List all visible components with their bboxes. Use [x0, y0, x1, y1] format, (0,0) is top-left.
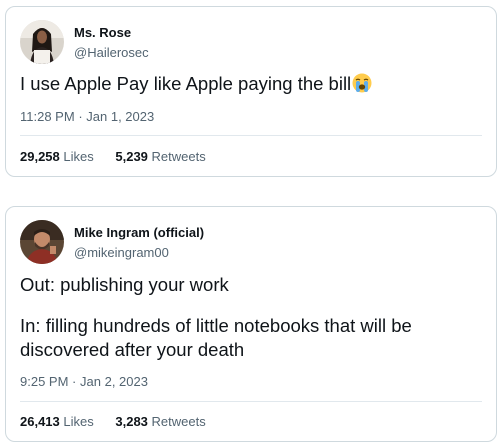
- tweet-card[interactable]: Mike Ingram (official) @mikeingram00 Out…: [5, 206, 497, 442]
- likes-count: 29,258: [20, 149, 60, 164]
- divider: [20, 135, 482, 136]
- meta-separator: ·: [72, 374, 77, 389]
- likes-count: 26,413: [20, 414, 60, 429]
- retweets-label: Retweets: [151, 414, 206, 429]
- tweet-header: Mike Ingram (official) @mikeingram00: [20, 220, 480, 264]
- tweet-text: Out: publishing your work In: filling hu…: [20, 273, 460, 362]
- tweet-text-content: I use Apple Pay like Apple paying the bi…: [20, 73, 352, 94]
- tweet-header: Ms. Rose @Hailerosec: [20, 20, 480, 64]
- divider: [20, 401, 482, 402]
- avatar[interactable]: [20, 220, 64, 264]
- likes-label: Likes: [63, 149, 94, 164]
- tweet-text-line: In: filling hundreds of little notebooks…: [20, 315, 412, 336]
- retweets-count: 5,239: [115, 149, 148, 164]
- likes-stat[interactable]: 26,413 Likes: [20, 414, 94, 429]
- retweets-stat[interactable]: 3,283 Retweets: [115, 414, 205, 429]
- tweet-date: Jan 1, 2023: [86, 109, 155, 124]
- likes-stat[interactable]: 29,258 Likes: [20, 149, 94, 164]
- display-name[interactable]: Mike Ingram (official): [74, 225, 204, 240]
- tweet-time: 9:25 PM: [20, 374, 69, 389]
- display-name[interactable]: Ms. Rose: [74, 25, 131, 40]
- tweet-time: 11:28 PM: [20, 109, 75, 124]
- tweet-text-line: discovered after your death: [20, 339, 245, 360]
- tweet-stats: 26,413 Likes 3,283 Retweets: [20, 414, 224, 429]
- retweets-count: 3,283: [115, 414, 148, 429]
- avatar[interactable]: [20, 20, 64, 64]
- tweet-timestamp[interactable]: 9:25 PM · Jan 2, 2023: [20, 374, 148, 389]
- retweets-stat[interactable]: 5,239 Retweets: [115, 149, 205, 164]
- loudly-crying-face-emoji-icon: [352, 73, 372, 99]
- retweets-label: Retweets: [151, 149, 206, 164]
- likes-label: Likes: [63, 414, 94, 429]
- meta-separator: ·: [78, 109, 83, 124]
- user-handle[interactable]: @Hailerosec: [74, 45, 149, 60]
- tweet-text-line: Out: publishing your work: [20, 274, 229, 295]
- tweet-card[interactable]: Ms. Rose @Hailerosec I use Apple Pay lik…: [5, 6, 497, 177]
- tweet-stats: 29,258 Likes 5,239 Retweets: [20, 149, 224, 164]
- tweet-date: Jan 2, 2023: [80, 374, 148, 389]
- user-handle[interactable]: @mikeingram00: [74, 245, 169, 260]
- tweet-timestamp[interactable]: 11:28 PM · Jan 1, 2023: [20, 109, 154, 124]
- tweet-text: I use Apple Pay like Apple paying the bi…: [20, 72, 460, 99]
